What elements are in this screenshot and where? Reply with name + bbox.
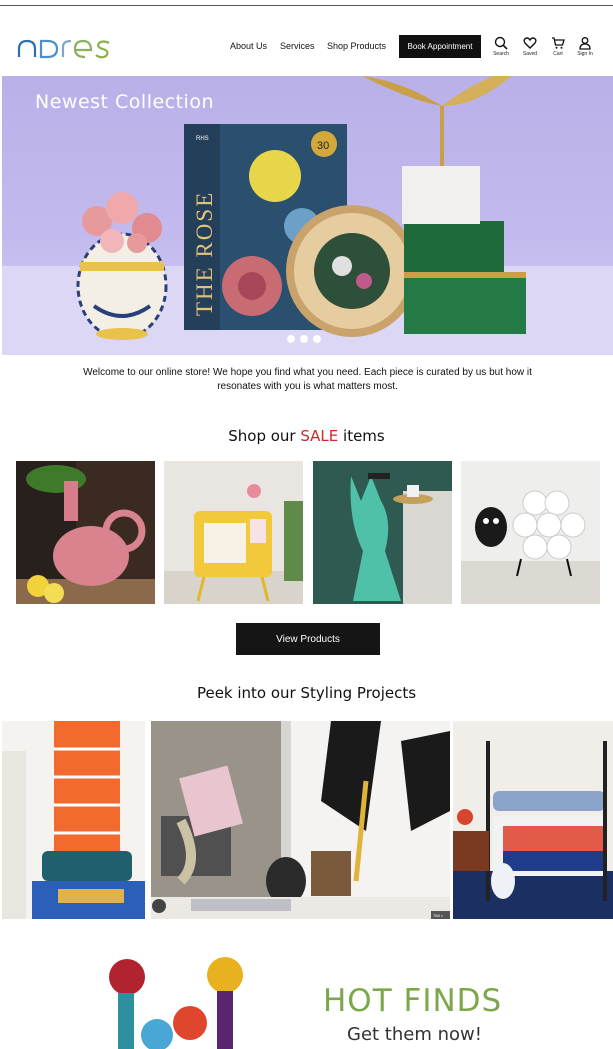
hot-finds-subtitle: Get them now! [347,1024,482,1045]
nav-about-us[interactable]: About Us [230,41,267,51]
view-products-button[interactable]: View Products [236,623,380,655]
book-title: THE ROSE [192,191,217,316]
project-blue-red-bedroom[interactable] [453,721,613,919]
hero-image: 30 RHS THE ROSE [2,76,613,355]
sign-in-label: Sign In [577,51,593,57]
sign-in-button[interactable]: Sign In [573,36,597,60]
cart-icon [552,37,565,49]
hot-finds-image [109,957,243,1049]
sale-item-yellow-tv-shelf[interactable] [164,461,303,604]
cart-label: Cart [553,51,563,57]
hot-finds-title: HOT FINDS [323,983,503,1019]
styling-heading: Peek into our Styling Projects [196,684,417,702]
search-icon [494,36,508,50]
search-label: Search [493,51,509,57]
project-still-life-art[interactable]: 768 × [151,721,450,919]
sale-heading-prefix: Shop our [228,427,301,445]
book-badge: 30 [317,140,329,152]
heart-icon [523,37,537,49]
top-divider [0,5,613,6]
book-publisher: RHS [196,136,209,142]
search-button[interactable]: Search [489,36,513,60]
carousel-dots[interactable] [287,335,321,343]
image-size-badge: 768 × [433,913,444,918]
welcome-text: Welcome to our online store! We hope you… [83,367,532,392]
sale-heading-highlight: SALE [300,427,339,445]
sale-item-sheep-toilet-roll-holder[interactable] [461,461,600,604]
carousel-dot-2[interactable] [300,335,308,343]
sale-item-pink-monkey-planter[interactable] [16,461,155,604]
sale-heading: Shop our SALE items [0,427,613,445]
carousel-dot-3[interactable] [313,335,321,343]
logo[interactable] [17,35,113,61]
hero-title: Newest Collection [35,91,214,113]
sale-heading-suffix: items [338,427,385,445]
saved-button[interactable]: Saved [518,36,542,60]
book-appointment-button[interactable]: Book Appointment [399,35,481,58]
hero-banner[interactable]: 30 RHS THE ROSE Newest Collection [2,76,613,355]
carousel-dot-1[interactable] [287,335,295,343]
saved-label: Saved [522,51,538,57]
user-icon [579,37,591,50]
cart-button[interactable]: Cart [546,36,570,60]
nav-shop-products[interactable]: Shop Products [327,41,386,51]
nav-services[interactable]: Services [280,41,315,51]
sale-item-teal-dog-sculpture[interactable] [313,461,452,604]
project-orange-shelf-bedroom[interactable] [2,721,145,919]
